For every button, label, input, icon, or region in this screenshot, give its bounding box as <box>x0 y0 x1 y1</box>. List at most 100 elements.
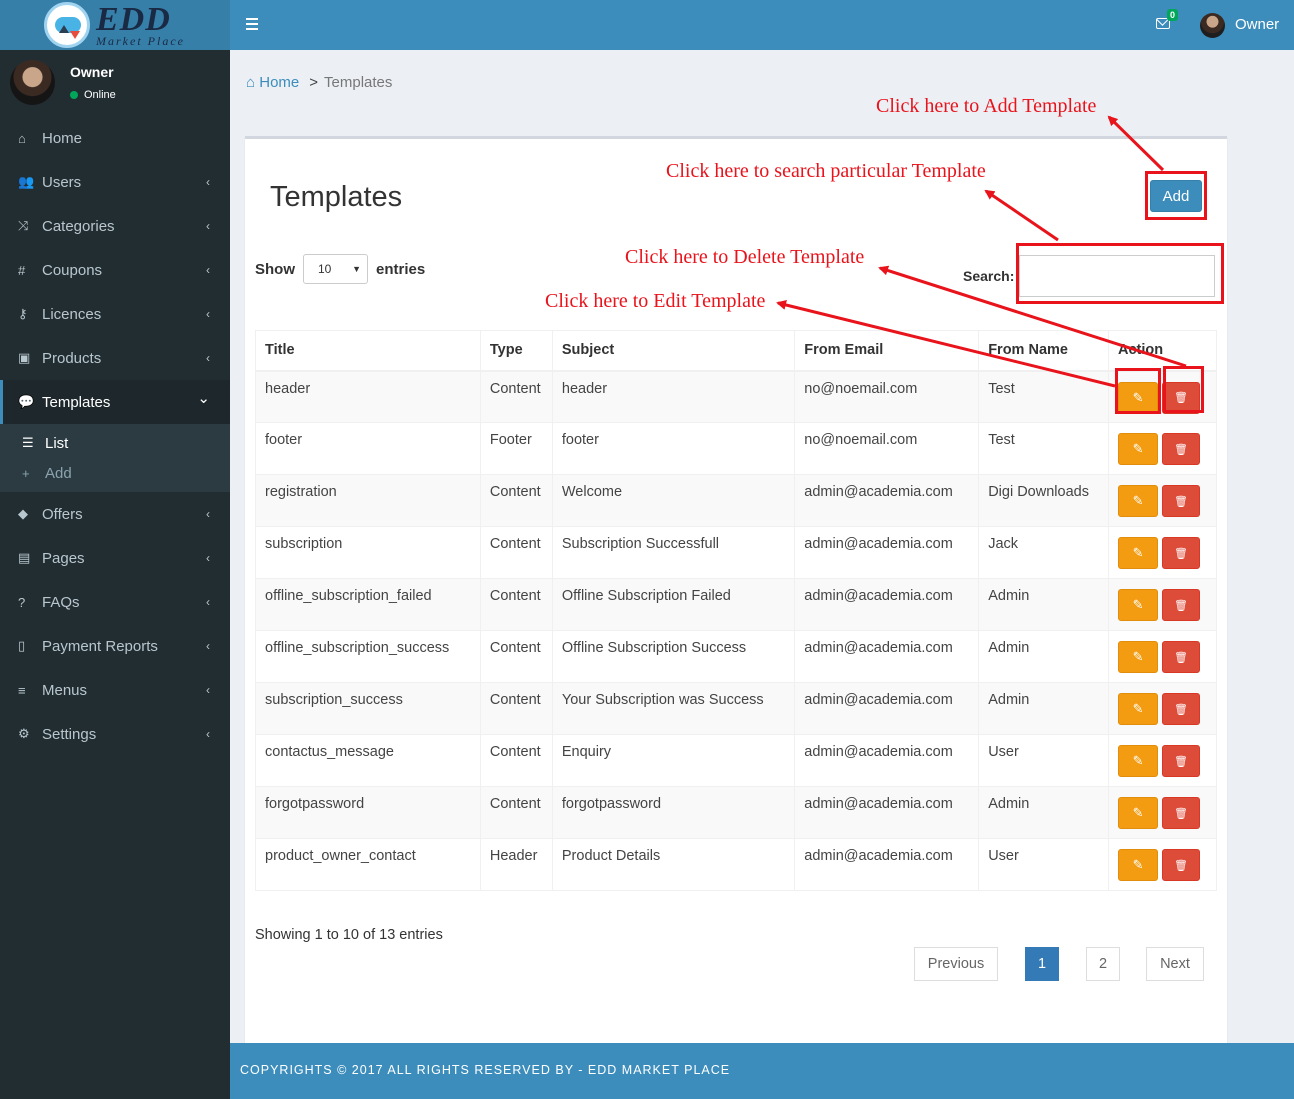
table-cell: Offline Subscription Failed <box>551 578 796 631</box>
table-cell: Header <box>479 838 553 891</box>
templates-table: Title Type Subject From Email From Name Actio… <box>255 330 1217 891</box>
table-cell: Offline Subscription Success <box>551 630 796 683</box>
previous-page-button[interactable]: Previous <box>914 947 998 981</box>
delete-button[interactable]: 🗑 <box>1162 485 1201 517</box>
caret-down-icon: ▼ <box>352 264 361 274</box>
delete-button[interactable]: 🗑 <box>1162 433 1201 465</box>
action-cell: ✎ 🗑 <box>1108 734 1217 787</box>
table-row: offline_subscription_failed Content Offlin… <box>255 578 1217 631</box>
table-row: product_owner_contact Header Product Detai… <box>255 838 1217 891</box>
column-header-title[interactable]: Title <box>255 330 481 372</box>
sidebar-item-menus[interactable]: ≡ Menus ‹ <box>0 668 230 712</box>
action-cell: ✎ 🗑 <box>1108 838 1217 891</box>
next-page-button[interactable]: Next <box>1146 947 1204 981</box>
edit-button[interactable]: ✎ <box>1118 849 1159 881</box>
column-header-type[interactable]: Type <box>479 330 553 372</box>
page-2-button[interactable]: 2 <box>1086 947 1120 981</box>
user-panel: Owner Online <box>0 50 230 116</box>
online-dot-icon <box>70 91 78 99</box>
table-row: contactus_message Content Enquiry admin@aca… <box>255 734 1217 787</box>
edit-button[interactable]: ✎ <box>1118 589 1159 621</box>
edit-button[interactable]: ✎ <box>1118 797 1159 829</box>
hash-icon: # <box>18 262 26 278</box>
footer: COPYRIGHTS © 2017 ALL RIGHTS RESERVED BY… <box>230 1043 1294 1099</box>
sidebar-item-products[interactable]: ▣ Products ‹ <box>0 336 230 380</box>
trash-icon: 🗑 <box>1174 859 1188 872</box>
sidebar-item-settings[interactable]: ⚙ Settings ‹ <box>0 712 230 756</box>
delete-button[interactable]: 🗑 <box>1162 745 1201 777</box>
delete-button[interactable]: 🗑 <box>1162 693 1201 725</box>
sidebar-item-categories[interactable]: ⤨ Categories ‹ <box>0 204 230 248</box>
action-cell: ✎ 🗑 <box>1108 682 1217 735</box>
sidebar-toggle-icon[interactable] <box>246 18 258 30</box>
chevron-left-icon: ‹ <box>206 307 210 321</box>
delete-button[interactable]: 🗑 <box>1162 797 1201 829</box>
sidebar-menu: ⌂ Home 👥 Users ‹ ⤨ Categories ‹ # Coupons ‹ ⚷ Licenc… <box>0 116 230 756</box>
table-cell: Footer <box>479 422 553 475</box>
key-icon: ⚷ <box>18 306 28 321</box>
user-status: Online <box>70 89 116 101</box>
sidebar-item-coupons[interactable]: # Coupons ‹ <box>0 248 230 292</box>
edit-icon: ✎ <box>1132 857 1144 872</box>
column-header-action[interactable]: Action <box>1108 330 1217 372</box>
table-cell: Enquiry <box>551 734 796 787</box>
table-cell: footer <box>255 422 481 475</box>
sidebar: Owner Online ⌂ Home 👥 Users ‹ ⤨ Categories ‹ # Co… <box>0 50 230 1099</box>
trash-icon: 🗑 <box>1174 547 1188 560</box>
file-o-icon: ▯ <box>18 638 26 653</box>
table-cell: Content <box>479 734 553 787</box>
table-cell: header <box>255 370 481 423</box>
chevron-down-icon: ⌄ <box>197 390 210 407</box>
delete-button[interactable]: 🗑 <box>1162 641 1201 673</box>
page-1-button[interactable]: 1 <box>1025 947 1059 981</box>
sidebar-item-licences[interactable]: ⚷ Licences ‹ <box>0 292 230 336</box>
sidebar-item-label: Templates <box>42 393 111 411</box>
table-cell: Test <box>978 422 1110 475</box>
add-highlight-box <box>1145 171 1207 220</box>
entries-select[interactable]: 10 ▼ <box>303 254 368 284</box>
edit-button[interactable]: ✎ <box>1118 693 1159 725</box>
sidebar-item-label: Coupons <box>42 261 103 279</box>
delete-button[interactable]: 🗑 <box>1162 537 1201 569</box>
table-cell: Jack <box>978 526 1110 579</box>
action-cell: ✎ 🗑 <box>1108 578 1217 631</box>
edit-button[interactable]: ✎ <box>1118 433 1159 465</box>
delete-highlight-box <box>1163 366 1204 413</box>
sidebar-item-payment-reports[interactable]: ▯ Payment Reports ‹ <box>0 624 230 668</box>
table-cell: Content <box>479 786 553 839</box>
sidebar-item-offers[interactable]: ◆ Offers ‹ <box>0 492 230 536</box>
edit-button[interactable]: ✎ <box>1118 745 1159 777</box>
action-cell: ✎ 🗑 <box>1108 786 1217 839</box>
action-cell: ✎ 🗑 <box>1108 526 1217 579</box>
submenu-item-add[interactable]: + Add <box>0 458 230 488</box>
table-cell: Content <box>479 474 553 527</box>
edit-button[interactable]: ✎ <box>1118 641 1159 673</box>
table-cell: Admin <box>978 786 1110 839</box>
sidebar-item-label: Products <box>42 349 102 367</box>
delete-button[interactable]: 🗑 <box>1162 849 1201 881</box>
sidebar-item-pages[interactable]: ▤ Pages ‹ <box>0 536 230 580</box>
submenu-item-list[interactable]: ☰ List <box>0 428 230 458</box>
user-name: Owner <box>70 64 114 80</box>
annotation-delete: Click here to Delete Template <box>625 246 865 268</box>
column-header-from-name[interactable]: From Name <box>978 330 1110 372</box>
breadcrumb-home[interactable]: ⌂ Home <box>246 74 299 91</box>
sidebar-item-faqs[interactable]: ? FAQs ‹ <box>0 580 230 624</box>
delete-button[interactable]: 🗑 <box>1162 589 1201 621</box>
sidebar-item-templates[interactable]: 💬 Templates ⌄ <box>0 380 230 424</box>
edit-button[interactable]: ✎ <box>1118 537 1159 569</box>
chevron-left-icon: ‹ <box>206 175 210 189</box>
question-icon: ? <box>18 594 26 610</box>
brand-logo[interactable]: EDD Market Place <box>0 0 230 50</box>
edit-icon: ✎ <box>1132 597 1144 612</box>
table-cell: footer <box>551 422 796 475</box>
edit-button[interactable]: ✎ <box>1118 485 1159 517</box>
sidebar-item-home[interactable]: ⌂ Home <box>0 116 230 160</box>
user-menu-name[interactable]: Owner <box>1235 16 1279 33</box>
sidebar-item-users[interactable]: 👥 Users ‹ <box>0 160 230 204</box>
users-icon: 👥 <box>18 174 35 189</box>
column-header-subject[interactable]: Subject <box>551 330 796 372</box>
column-header-from-email[interactable]: From Email <box>794 330 980 372</box>
user-avatar-small[interactable] <box>1200 13 1225 38</box>
edit-icon: ✎ <box>1132 701 1144 716</box>
